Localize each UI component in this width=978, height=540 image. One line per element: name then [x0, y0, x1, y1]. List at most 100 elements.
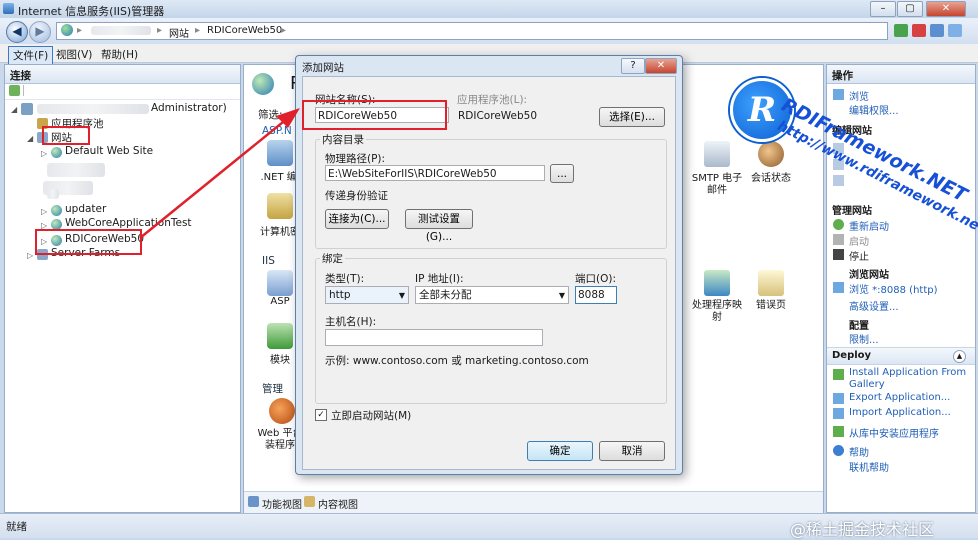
action-browse-8088[interactable]: 浏览 *:8088 (http)	[849, 281, 938, 296]
store-install-icon	[833, 426, 844, 437]
tree-default-web-site[interactable]: Default Web Site	[65, 145, 153, 157]
physical-path-input[interactable]: E:\WebSiteForIIS\RDICoreWeb50	[325, 165, 545, 181]
start-now-checkbox[interactable]: ✓	[315, 409, 327, 421]
dialog-body: 网站名称(S): RDICoreWeb50 应用程序池(L): RDICoreW…	[302, 76, 676, 470]
action-install-from-store[interactable]: 从库中安装应用程序	[849, 425, 939, 440]
status-bar: 就绪 @稀土掘金技术社区	[0, 513, 978, 539]
iis-app-icon	[3, 3, 14, 14]
action-stop[interactable]: 停止	[849, 248, 869, 263]
blurred-server-name	[37, 104, 149, 114]
add-connection-icon[interactable]	[9, 85, 20, 96]
smtp-mail-icon[interactable]	[704, 141, 730, 167]
dialog-close-button[interactable]: ✕	[645, 58, 677, 74]
cancel-button[interactable]: 取消	[599, 441, 665, 461]
section-manage: 管理	[262, 383, 283, 395]
start-now-label[interactable]: 立即启动网站(M)	[331, 408, 411, 423]
action-start[interactable]: 启动	[849, 233, 869, 248]
tree-web-core-app-test[interactable]: WebCoreApplicationTest	[65, 217, 192, 229]
breadcrumb-separator: ▸	[157, 25, 163, 36]
annotation-box-sites	[42, 126, 90, 145]
tree-updater[interactable]: updater	[65, 203, 106, 215]
web-platform-icon[interactable]	[269, 398, 295, 424]
action-group-browse-site: 浏览网站	[849, 270, 889, 281]
browse-icon	[833, 89, 844, 100]
action-limits[interactable]: 限制...	[849, 331, 879, 346]
deploy-header[interactable]: Deploy ▲	[827, 347, 975, 365]
menu-help[interactable]: 帮助(H)	[97, 46, 142, 63]
type-label: 类型(T):	[325, 273, 365, 285]
machine-key-icon[interactable]	[267, 193, 293, 219]
globe-icon	[61, 24, 73, 36]
home-icon[interactable]	[930, 24, 944, 37]
action-export-application[interactable]: Export Application...	[849, 392, 950, 403]
action-advanced-settings[interactable]: 高级设置...	[849, 298, 899, 313]
tab-content-view[interactable]: 内容视图	[318, 496, 358, 511]
forward-button[interactable]: ▶	[29, 21, 51, 43]
action-install-from-gallery-2[interactable]: Gallery	[849, 379, 885, 390]
expander-icon[interactable]: ◢	[27, 134, 33, 143]
host-example-text: 示例: www.contoso.com 或 marketing.contoso.…	[325, 355, 589, 367]
address-bar: ◀ ▶ ▸ ▸ 网站 ▸ RDICoreWeb50 ▸	[0, 18, 978, 44]
host-name-input[interactable]	[325, 329, 543, 346]
help-icon[interactable]	[948, 24, 962, 37]
breadcrumb-sites[interactable]: 网站	[169, 25, 189, 40]
section-iis: IIS	[262, 255, 275, 267]
modules-icon[interactable]	[267, 323, 293, 349]
action-import-application[interactable]: Import Application...	[849, 407, 951, 418]
connections-header: 连接	[5, 65, 240, 84]
breadcrumb[interactable]: ▸ ▸ 网站 ▸ RDICoreWeb50 ▸	[56, 22, 888, 40]
browse-site-icon	[833, 282, 844, 293]
minimize-button[interactable]: –	[870, 1, 896, 17]
tab-features-view[interactable]: 功能视图	[262, 496, 302, 511]
connect-as-button[interactable]: 连接为(C)...	[325, 209, 389, 229]
test-settings-button[interactable]: 测试设置(G)...	[405, 209, 473, 243]
stop-icon[interactable]	[912, 24, 926, 37]
error-pages-icon[interactable]	[758, 270, 784, 296]
action-restart[interactable]: 重新启动	[849, 218, 889, 233]
type-select[interactable]: http ▼	[325, 286, 409, 304]
site-globe-icon	[252, 73, 274, 95]
refresh-icon[interactable]	[894, 24, 908, 37]
port-input[interactable]: 8088	[575, 286, 617, 304]
back-button[interactable]: ◀	[6, 21, 28, 43]
dialog-help-button[interactable]: ?	[621, 58, 645, 74]
breadcrumb-site[interactable]: RDICoreWeb50	[207, 25, 282, 36]
window-title: Internet 信息服务(IIS)管理器	[18, 5, 165, 18]
smtp-label-2: 邮件	[707, 185, 727, 196]
action-browse[interactable]: 浏览	[849, 88, 869, 103]
expander-icon[interactable]: ▷	[41, 149, 47, 158]
server-icon	[21, 103, 33, 115]
annotation-box-rdi-site	[35, 229, 142, 255]
net-compile-icon[interactable]	[267, 140, 293, 166]
action-edit-permissions[interactable]: 编辑权限...	[849, 102, 899, 117]
menu-view[interactable]: 视图(V)	[52, 46, 96, 63]
close-window-button[interactable]: ✕	[926, 1, 966, 17]
connections-toolbar	[5, 83, 240, 100]
action-online-help[interactable]: 联机帮助	[849, 459, 889, 474]
action-install-from-gallery[interactable]: Install Application From	[849, 367, 966, 378]
host-name-label: 主机名(H):	[325, 316, 377, 328]
asp-icon[interactable]	[267, 270, 293, 296]
blurred-tree-item	[47, 163, 105, 177]
ip-address-select[interactable]: 全部未分配 ▼	[415, 286, 569, 304]
collapse-icon[interactable]: ▲	[953, 350, 966, 363]
maximize-button[interactable]: ▢	[897, 1, 923, 17]
handler-mappings-icon[interactable]	[704, 270, 730, 296]
server-node-suffix[interactable]: Administrator)	[151, 102, 227, 114]
title-bar: Internet 信息服务(IIS)管理器 – ▢ ✕	[0, 0, 978, 18]
session-state-icon[interactable]	[758, 141, 784, 167]
handler-mappings-label-2: 射	[712, 312, 722, 323]
actions-header: 操作	[827, 65, 975, 84]
expander-icon[interactable]: ▷	[27, 251, 33, 260]
ok-button[interactable]: 确定	[527, 441, 593, 461]
action-help[interactable]: 帮助	[849, 444, 869, 459]
expander-icon[interactable]: ◢	[11, 105, 17, 114]
action-group-configure: 配置	[849, 321, 869, 332]
install-gallery-icon	[833, 369, 844, 380]
menu-file[interactable]: 文件(F)	[8, 46, 54, 65]
port-label: 端口(O):	[575, 273, 616, 285]
expander-icon[interactable]: ▷	[41, 207, 47, 216]
select-app-pool-button[interactable]: 选择(E)...	[599, 107, 665, 127]
physical-path-label: 物理路径(P):	[325, 153, 386, 165]
browse-path-button[interactable]: ...	[550, 164, 574, 183]
